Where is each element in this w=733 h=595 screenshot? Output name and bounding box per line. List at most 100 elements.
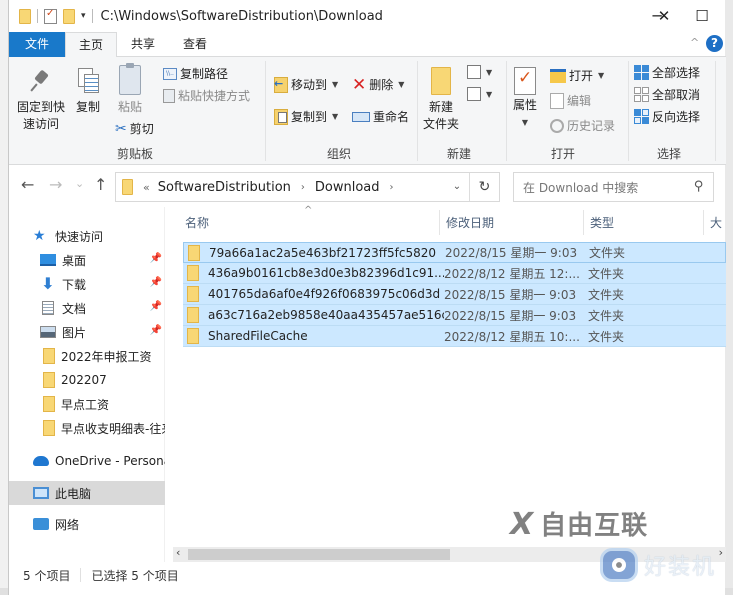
folder-icon bbox=[187, 328, 199, 344]
pin-to-quick-access-button[interactable]: 固定到快 速访问 bbox=[15, 69, 67, 133]
new-item-icon bbox=[467, 65, 481, 79]
properties-button[interactable]: 属性 ▼ bbox=[509, 67, 541, 131]
address-history-dropdown[interactable]: ⌄ bbox=[445, 173, 470, 201]
paste-button[interactable]: 粘贴 bbox=[115, 63, 145, 116]
dropdown-arrow-icon: ▼ bbox=[598, 71, 605, 80]
column-header-size[interactable]: 大小 bbox=[710, 214, 726, 234]
folder-icon bbox=[43, 372, 55, 388]
close-button[interactable]: ✕ bbox=[641, 0, 687, 32]
easy-access-button[interactable]: ▼ bbox=[467, 87, 492, 101]
folder-icon bbox=[43, 348, 55, 364]
move-to-button[interactable]: 移动到 ▼ bbox=[274, 76, 338, 93]
scrollbar-thumb[interactable] bbox=[188, 549, 450, 560]
edit-button[interactable]: 编辑 bbox=[550, 92, 591, 109]
recent-locations-button[interactable]: ⌄ bbox=[75, 177, 84, 190]
move-to-label: 移动到 bbox=[291, 78, 328, 92]
nav-item-documents[interactable]: 文档 📌 bbox=[9, 296, 165, 320]
column-header-type[interactable]: 类型 bbox=[590, 214, 614, 234]
nav-item-pictures[interactable]: 图片 📌 bbox=[9, 320, 165, 344]
divider[interactable] bbox=[703, 210, 704, 235]
edit-label: 编辑 bbox=[567, 94, 592, 108]
nav-this-pc[interactable]: 此电脑 bbox=[9, 481, 165, 505]
breadcrumb-item[interactable]: Download bbox=[315, 180, 380, 195]
breadcrumb-chevron-icon[interactable]: › bbox=[301, 182, 305, 193]
tab-home[interactable]: 主页 bbox=[65, 32, 117, 58]
search-icon[interactable]: ⚲ bbox=[694, 179, 704, 194]
copy-path-button[interactable]: \\.. 复制路径 bbox=[163, 65, 228, 82]
cut-button[interactable]: ✂ 剪切 bbox=[115, 120, 154, 137]
nav-item-folder[interactable]: 早点工资 bbox=[9, 392, 165, 416]
scroll-right-button[interactable]: › bbox=[719, 546, 723, 559]
table-row[interactable]: a63c716a2eb9858e40aa435457ae516c 2022/8/… bbox=[183, 305, 726, 326]
dropdown-arrow-icon: ▼ bbox=[332, 112, 339, 121]
column-header-date[interactable]: 修改日期 bbox=[446, 214, 494, 234]
pinned-icon: 📌 bbox=[149, 253, 162, 264]
search-input[interactable]: 在 Download 中搜索 ⚲ bbox=[513, 172, 714, 202]
select-all-button[interactable]: 全部选择 bbox=[634, 64, 700, 81]
properties-label: 属性 bbox=[512, 98, 537, 112]
qat-customize-dropdown[interactable]: ▾ bbox=[81, 11, 86, 21]
delete-button[interactable]: ✕ 删除 ▼ bbox=[352, 76, 404, 93]
copy-label: 复制 bbox=[75, 100, 100, 114]
history-button[interactable]: 历史记录 bbox=[550, 117, 615, 134]
divider[interactable] bbox=[583, 210, 584, 235]
select-all-icon bbox=[634, 65, 649, 80]
nav-item-label: 下载 bbox=[62, 277, 87, 292]
tab-share[interactable]: 共享 bbox=[117, 32, 169, 57]
nav-item-downloads[interactable]: ⬇ 下载 📌 bbox=[9, 272, 165, 296]
divider[interactable] bbox=[439, 210, 440, 235]
file-type: 文件夹 bbox=[588, 266, 625, 281]
new-folder-qat-icon[interactable] bbox=[63, 8, 75, 24]
refresh-button[interactable]: ↻ bbox=[470, 172, 500, 202]
nav-item-folder[interactable]: 2022年申报工资 bbox=[9, 344, 165, 368]
group-label-open: 打开 bbox=[550, 147, 575, 161]
watermark-logo: X 自由互联 bbox=[510, 505, 648, 542]
nav-item-folder[interactable]: 早点收支明细表-往来 bbox=[9, 416, 165, 440]
copy-path-label: 复制路径 bbox=[180, 67, 229, 81]
open-button[interactable]: 打开 ▼ bbox=[550, 67, 604, 84]
up-button[interactable]: ↑ bbox=[94, 175, 107, 194]
select-none-button[interactable]: 全部取消 bbox=[634, 86, 700, 103]
properties-qat-icon[interactable] bbox=[44, 8, 57, 24]
nav-item-folder[interactable]: 202207 bbox=[9, 368, 165, 392]
ribbon-collapse-button[interactable]: ^ bbox=[690, 36, 699, 49]
file-date: 2022/8/15 星期一 9:03 bbox=[444, 308, 577, 323]
history-icon bbox=[550, 118, 564, 133]
pictures-icon bbox=[40, 326, 56, 338]
forward-button[interactable]: → bbox=[49, 175, 62, 194]
scroll-left-button[interactable]: ‹ bbox=[176, 546, 180, 559]
copy-icon bbox=[76, 67, 100, 95]
star-icon: ★ bbox=[33, 228, 46, 244]
new-folder-line1: 新建 bbox=[428, 100, 453, 114]
nav-item-desktop[interactable]: 桌面 📌 bbox=[9, 248, 165, 272]
table-row[interactable]: 436a9b0161cb8e3d0e3b82396d1c91... 2022/8… bbox=[183, 263, 726, 284]
table-row[interactable]: SharedFileCache 2022/8/12 星期五 10:... 文件夹 bbox=[183, 326, 726, 347]
breadcrumb-overflow[interactable]: « bbox=[143, 181, 150, 194]
nav-item-label: 此电脑 bbox=[55, 486, 92, 501]
column-header-name[interactable]: 名称 bbox=[185, 214, 209, 234]
paste-shortcut-button[interactable]: 粘贴快捷方式 bbox=[163, 87, 250, 104]
nav-quick-access[interactable]: ★ 快速访问 bbox=[9, 224, 165, 248]
easy-access-icon bbox=[467, 87, 481, 101]
table-row[interactable]: 79a66a1ac2a5e463bf21723ff5fc5820 2022/8/… bbox=[183, 242, 726, 263]
file-name: a63c716a2eb9858e40aa435457ae516c bbox=[208, 308, 444, 322]
open-label: 打开 bbox=[569, 69, 594, 83]
invert-selection-button[interactable]: 反向选择 bbox=[634, 108, 700, 125]
tab-view[interactable]: 查看 bbox=[169, 32, 221, 57]
address-bar[interactable]: « SoftwareDistribution › Download › ⌄ bbox=[115, 172, 470, 202]
back-button[interactable]: ← bbox=[21, 175, 34, 194]
copy-to-button[interactable]: 复制到 ▼ bbox=[274, 108, 338, 125]
help-button[interactable]: ? bbox=[706, 35, 723, 52]
breadcrumb-item[interactable]: SoftwareDistribution bbox=[158, 180, 291, 195]
nav-onedrive[interactable]: OneDrive - Personal bbox=[9, 449, 165, 473]
nav-network[interactable]: 网络 bbox=[9, 512, 165, 536]
tab-file[interactable]: 文件 bbox=[9, 32, 65, 57]
rename-button[interactable]: 重命名 bbox=[352, 108, 409, 125]
copy-button[interactable]: 复制 bbox=[73, 67, 103, 116]
nav-item-label: 202207 bbox=[61, 373, 107, 387]
new-folder-button[interactable]: 新建 文件夹 bbox=[421, 67, 461, 133]
folder-icon bbox=[187, 265, 199, 281]
breadcrumb-chevron-icon[interactable]: › bbox=[390, 182, 394, 193]
table-row[interactable]: 401765da6af0e4f926f0683975c06d3d 2022/8/… bbox=[183, 284, 726, 305]
new-item-button[interactable]: ▼ bbox=[467, 65, 492, 79]
